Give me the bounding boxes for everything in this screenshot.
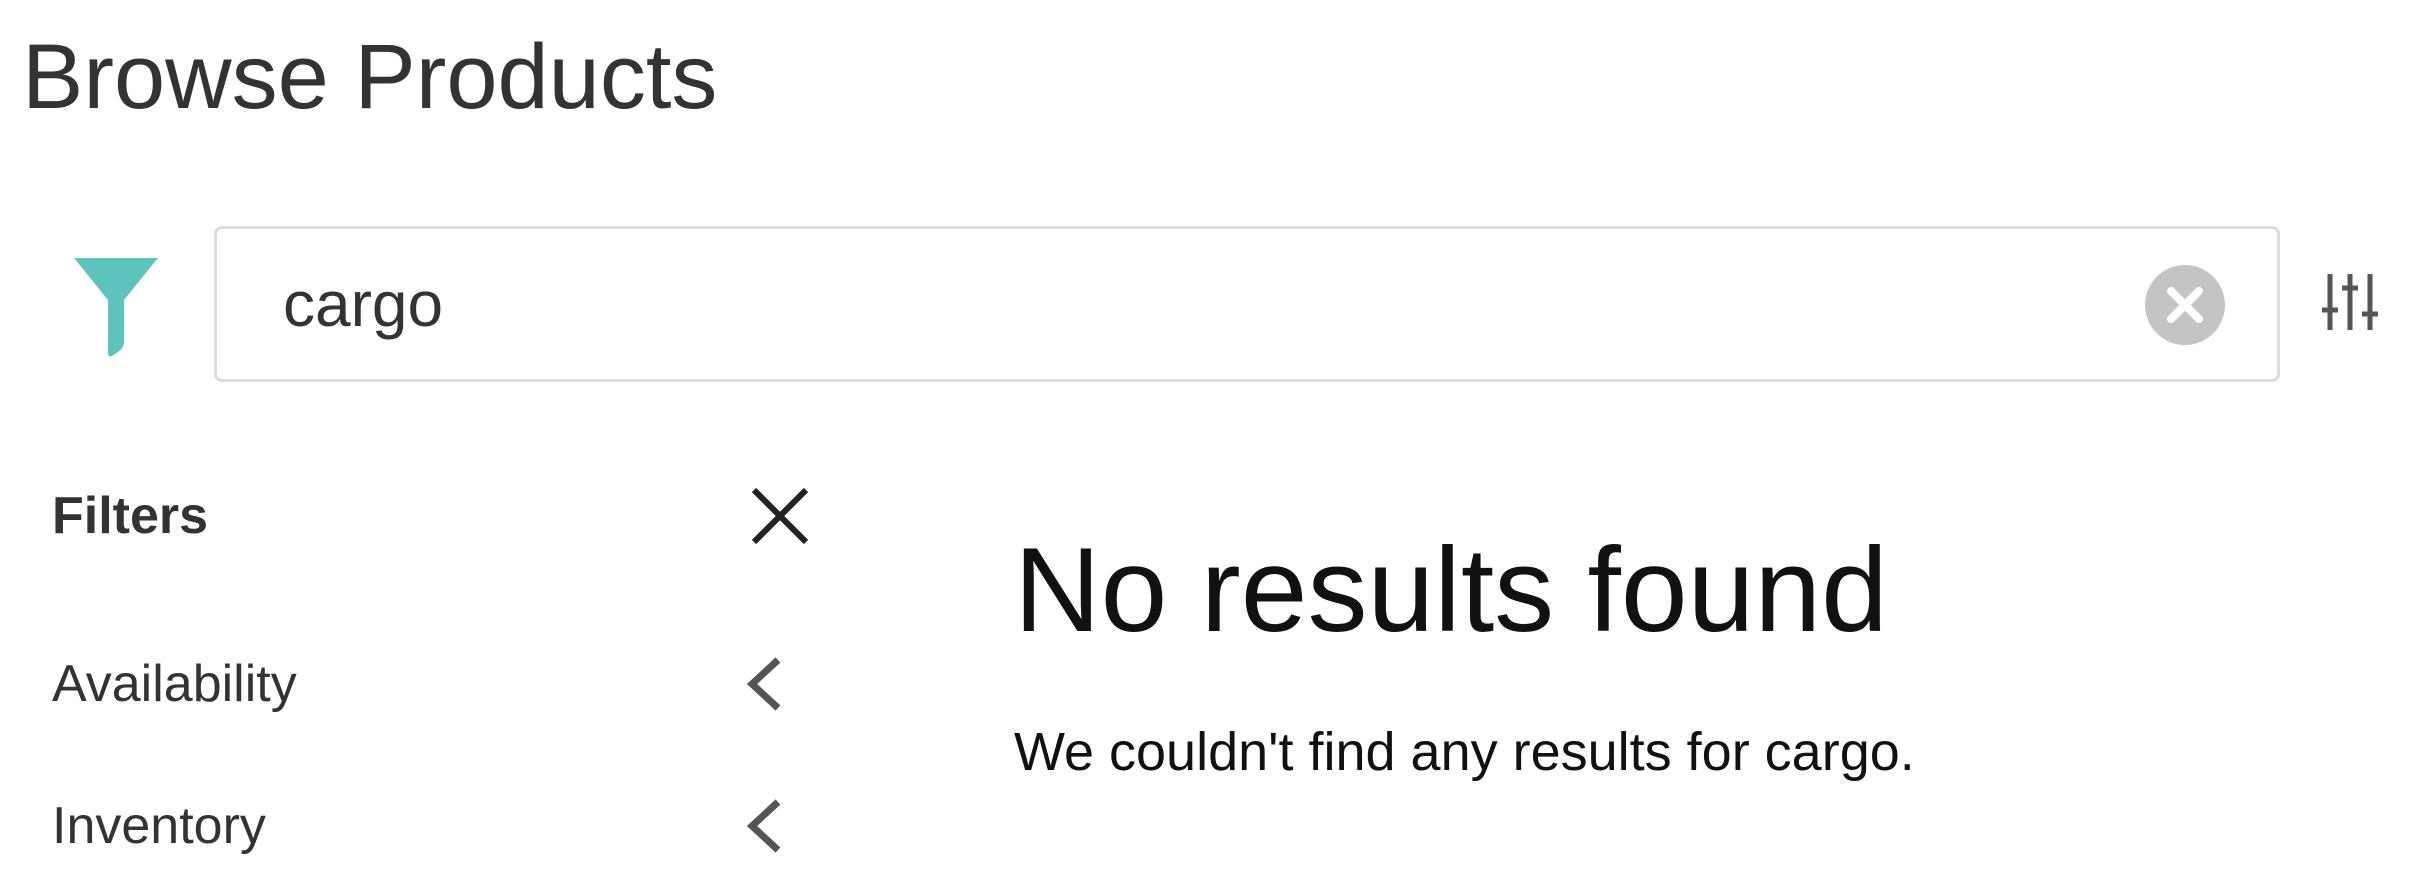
filters-title: Filters (52, 487, 209, 545)
filter-funnel-icon (74, 258, 158, 357)
close-filters-button[interactable] (748, 484, 812, 548)
chevron-left-icon (746, 799, 781, 853)
sliders-icon (2322, 274, 2378, 330)
filters-panel: Filters Availability Inventory (52, 476, 812, 896)
filter-group-availability[interactable]: Availability (52, 644, 812, 724)
browse-products-page: Browse Products F (0, 0, 2416, 896)
chevron-left-icon (746, 657, 781, 711)
clear-circle-x-icon (2167, 287, 2203, 323)
search-input[interactable] (283, 229, 2143, 379)
search-box (214, 226, 2280, 382)
page-title: Browse Products (22, 26, 718, 128)
clear-search-button[interactable] (2145, 265, 2225, 345)
filter-group-label: Inventory (52, 797, 266, 855)
results-area: No results found We couldn't find any re… (1014, 520, 2314, 782)
no-results-title: No results found (1014, 523, 1888, 657)
no-results-message: We couldn't find any results for cargo. (1014, 722, 1915, 782)
filter-group-label: Availability (52, 655, 297, 713)
filter-toggle-button[interactable] (72, 256, 160, 358)
advanced-settings-button[interactable] (2322, 272, 2378, 332)
close-icon (751, 487, 809, 545)
filter-group-inventory[interactable]: Inventory (52, 786, 812, 866)
